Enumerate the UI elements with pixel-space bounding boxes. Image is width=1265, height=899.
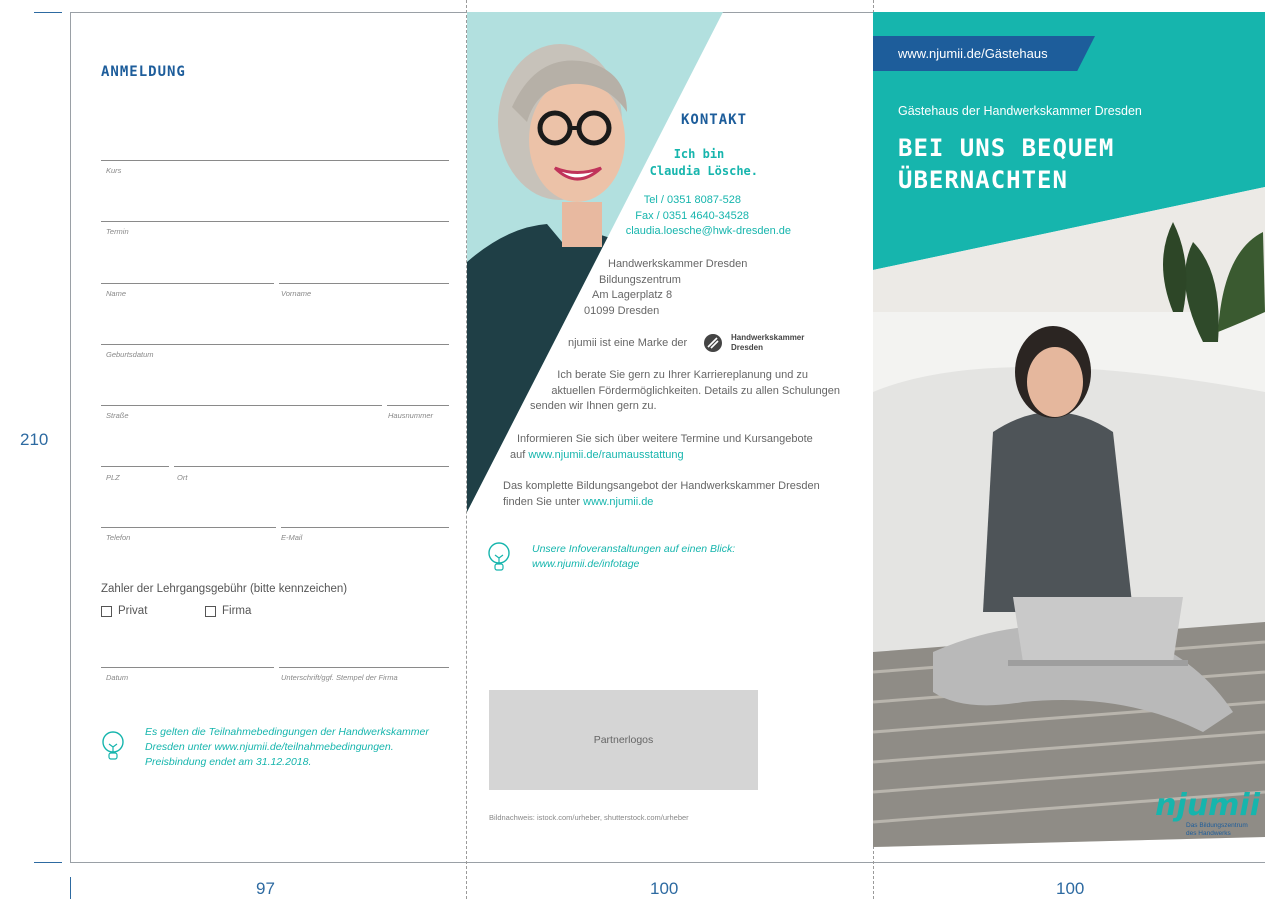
partner-logos-label: Partnerlogos: [593, 734, 654, 746]
field-line-vorname[interactable]: [279, 283, 449, 284]
contact-phone: Tel / 0351 8087-528: [643, 194, 741, 206]
tagline-line: des Handwerks: [1186, 830, 1231, 837]
width-dimension-panel-1: 97: [256, 879, 275, 898]
infotage-link[interactable]: www.njumii.de/infotage: [532, 557, 735, 572]
field-label-email: E-Mail: [281, 533, 303, 542]
terms-note-line: Es gelten die Teilnahmebedingungen der H…: [145, 726, 429, 738]
terms-note: Es gelten die Teilnahmebedingungen der H…: [145, 725, 455, 770]
crop-mark-left-bottom: [70, 877, 71, 899]
crop-mark-top: [34, 12, 62, 13]
field-line-geburtsdatum[interactable]: [101, 344, 449, 345]
field-label-ort: Ort: [177, 473, 188, 482]
address-line: Bildungszentrum: [599, 273, 681, 286]
raumausstattung-link[interactable]: www.njumii.de/raumausstattung: [528, 449, 683, 461]
field-label-strasse: Straße: [106, 411, 129, 420]
field-label-geburtsdatum: Geburtsdatum: [106, 350, 154, 359]
option-label-company: Firma: [222, 605, 252, 617]
advice-line: aktuellen Fördermöglichkeiten. Details z…: [551, 384, 840, 397]
field-line-telefon[interactable]: [101, 527, 276, 528]
njumii-logo-wordmark: njumii: [1155, 788, 1260, 823]
contact-address: Handwerkskammer Dresden Bildungszentrum …: [583, 257, 749, 319]
infotage-line: Unsere Infoveranstaltungen auf einen Bli…: [532, 543, 736, 555]
field-line-ort[interactable]: [174, 466, 449, 467]
image-credits: Bildnachweis: istock.com/urheber, shutte…: [489, 813, 689, 822]
hwk-logo-line: Dresden: [731, 343, 764, 352]
field-label-vorname: Vorname: [281, 289, 312, 298]
field-label-plz: PLZ: [106, 473, 120, 482]
infotage-note: Unsere Infoveranstaltungen auf einen Bli…: [532, 542, 735, 572]
offer-line-with-link: finden Sie unter www.njumii.de: [503, 495, 833, 511]
info-line: Informieren Sie sich über weitere Termin…: [517, 433, 813, 445]
field-label-unterschrift: Unterschrift/ggf. Stempel der Firma: [281, 673, 398, 682]
tagline-line: Das Bildungszentrum: [1186, 822, 1248, 829]
height-dimension: 210: [20, 430, 49, 449]
width-dimension-panel-2: 100: [650, 879, 679, 898]
registration-title: ANMELDUNG: [101, 64, 186, 80]
field-label-datum: Datum: [106, 673, 129, 682]
hwk-logo-icon: [704, 334, 722, 352]
option-label-private: Privat: [118, 605, 148, 617]
field-line-strasse[interactable]: [101, 405, 382, 406]
field-line-plz[interactable]: [101, 466, 169, 467]
cover-url[interactable]: www.njumii.de/Gästehaus: [898, 46, 1048, 61]
field-label-name: Name: [106, 289, 127, 298]
hwk-logo-text: Handwerkskammer Dresden: [731, 333, 804, 353]
checkbox-company[interactable]: [205, 606, 216, 617]
checkbox-private[interactable]: [101, 606, 112, 617]
address-line: 01099 Dresden: [584, 304, 660, 317]
contact-intro-line: Ich bin: [673, 147, 725, 161]
field-line-name[interactable]: [101, 283, 274, 284]
contact-title: KONTAKT: [681, 112, 748, 128]
contact-email-link[interactable]: claudia.loesche@hwk-dresden.de: [560, 224, 791, 240]
cover-headline: BEI UNS BEQUEM ÜBERNACHTEN: [898, 132, 1114, 196]
info-text: Informieren Sie sich über weitere Termin…: [510, 432, 830, 463]
terms-note-line: Preisbindung endet am 31.12.2018.: [145, 756, 312, 768]
advice-text: Ich berate Sie gern zu Ihrer Karrierepla…: [530, 368, 840, 415]
field-line-hausnummer[interactable]: [387, 405, 449, 406]
njumii-link[interactable]: www.njumii.de: [583, 496, 653, 508]
lightbulb-icon: [102, 731, 124, 760]
partner-logos-box: Partnerlogos: [489, 690, 758, 790]
contact-name: Claudia Lösche.: [649, 164, 758, 178]
advice-line: senden wir Ihnen gern zu.: [530, 400, 657, 412]
field-line-datum[interactable]: [101, 667, 274, 668]
terms-note-line: Dresden unter www.njumii.de/teilnahmebed…: [145, 741, 394, 753]
width-dimension-panel-3: 100: [1056, 879, 1085, 898]
field-label-hausnummer: Hausnummer: [388, 411, 434, 420]
headline-line: ÜBERNACHTEN: [898, 166, 1068, 194]
field-line-email[interactable]: [281, 527, 449, 528]
payer-label: Zahler der Lehrgangsgebühr (bitte kennze…: [101, 583, 348, 595]
njumii-logo: njumii Das Bildungszentrum des Handwerks: [1150, 790, 1260, 838]
hwk-logo-line: Handwerkskammer: [731, 333, 805, 342]
headline-line: BEI UNS BEQUEM: [898, 134, 1115, 162]
field-line-termin[interactable]: [101, 221, 449, 222]
field-label-telefon: Telefon: [106, 533, 131, 542]
field-line-kurs[interactable]: [101, 160, 449, 161]
crop-mark-bottom: [34, 862, 62, 863]
contact-intro: Ich bin Claudia Lösche.: [640, 146, 758, 180]
offer-line: Das komplette Bildungsangebot der Handwe…: [503, 480, 820, 492]
contact-details: Tel / 0351 8087-528 Fax / 0351 4640-3452…: [560, 193, 791, 240]
info-line-with-link: auf www.njumii.de/raumausstattung: [510, 448, 830, 464]
brand-text: njumii ist eine Marke der: [568, 337, 688, 349]
info-prefix: auf: [510, 448, 529, 461]
lightbulb-icon: [488, 542, 510, 571]
address-line: Handwerkskammer Dresden: [608, 258, 748, 270]
advice-line: Ich berate Sie gern zu Ihrer Karrierepla…: [557, 369, 808, 381]
field-label-kurs: Kurs: [106, 166, 122, 175]
cover-subtitle: Gästehaus der Handwerkskammer Dresden: [898, 104, 1142, 118]
address-line: Am Lagerplatz 8: [592, 289, 673, 301]
contact-fax: Fax / 0351 4640-34528: [635, 209, 749, 222]
field-label-termin: Termin: [106, 227, 129, 236]
offer-text: Das komplette Bildungsangebot der Handwe…: [503, 479, 833, 510]
njumii-logo-tagline: Das Bildungszentrum des Handwerks: [1150, 822, 1260, 838]
offer-prefix: finden Sie unter: [503, 495, 584, 508]
field-line-unterschrift[interactable]: [279, 667, 449, 668]
